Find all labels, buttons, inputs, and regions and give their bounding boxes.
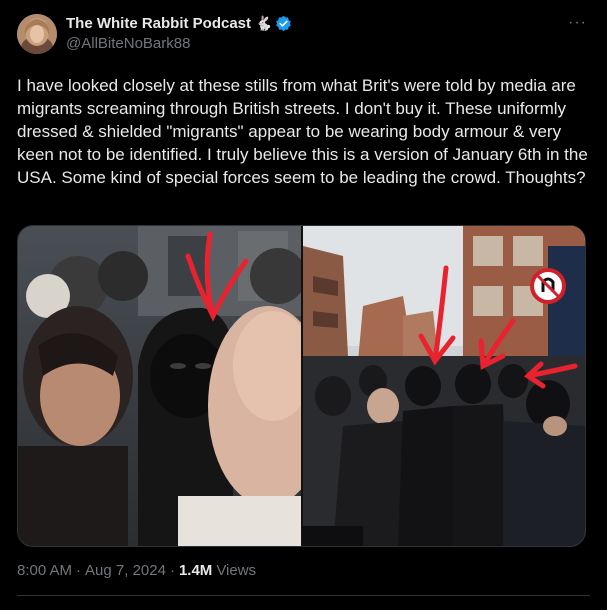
divider bbox=[17, 595, 590, 596]
avatar[interactable] bbox=[17, 14, 57, 54]
meta-separator: · bbox=[76, 562, 82, 579]
avatar-photo bbox=[17, 14, 57, 54]
views-count: 1.4M bbox=[178, 562, 213, 579]
media-image-2[interactable] bbox=[303, 226, 585, 546]
verified-badge-icon bbox=[276, 15, 292, 32]
street-crowd-photo bbox=[303, 226, 585, 546]
tweet-date[interactable]: Aug 7, 2024 bbox=[85, 562, 166, 579]
media-grid bbox=[17, 225, 586, 547]
tweet: The White Rabbit Podcast 🐇 @AllBiteNoBar… bbox=[0, 0, 607, 610]
crowd-closeup-photo bbox=[18, 226, 301, 546]
author-display-name[interactable]: The White Rabbit Podcast bbox=[66, 15, 251, 32]
tweet-text: I have looked closely at these stills fr… bbox=[17, 76, 588, 187]
author-handle[interactable]: @AllBiteNoBark88 bbox=[66, 35, 190, 52]
tweet-meta: 8:00 AM · Aug 7, 2024 · 1.4M Views bbox=[17, 562, 256, 579]
tweet-time[interactable]: 8:00 AM bbox=[17, 562, 72, 579]
rabbit-emoji-icon: 🐇 bbox=[255, 15, 273, 31]
meta-separator-2: · bbox=[169, 562, 175, 579]
media-image-1[interactable] bbox=[18, 226, 301, 546]
more-options-icon[interactable]: ··· bbox=[568, 14, 587, 32]
views-label: Views bbox=[216, 562, 257, 579]
author-name-row: The White Rabbit Podcast 🐇 bbox=[66, 15, 292, 32]
